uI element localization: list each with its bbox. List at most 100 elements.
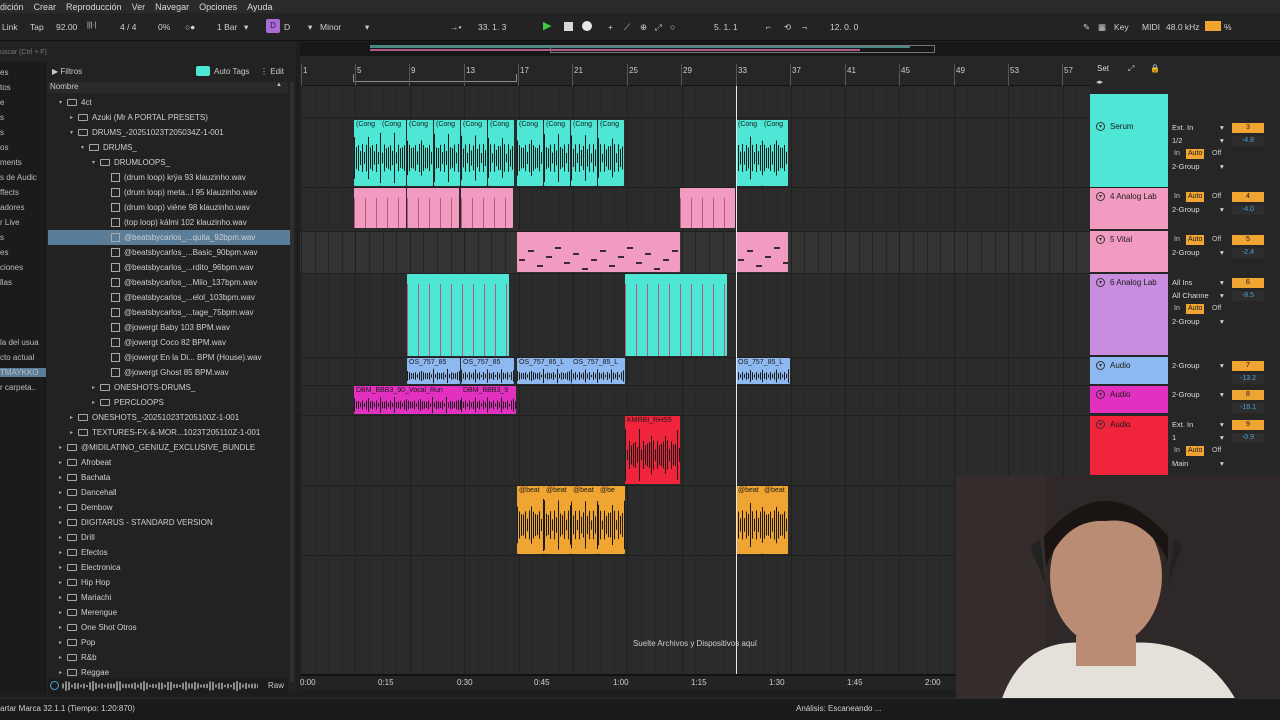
browser-file-item[interactable]: (drum loop) krÿa 93 klauzinho.wav bbox=[48, 170, 294, 185]
track-name[interactable]: 4 Analog Lab bbox=[1110, 192, 1157, 201]
track-name[interactable]: Audio bbox=[1110, 420, 1130, 429]
track-volume-field[interactable]: -4.0 bbox=[1232, 205, 1264, 215]
menu-item[interactable]: Ver bbox=[132, 2, 146, 12]
places-item[interactable]: s bbox=[0, 113, 46, 122]
fold-track-icon[interactable]: ▾ bbox=[1096, 192, 1105, 201]
clip[interactable]: OS_757_85 bbox=[461, 358, 514, 384]
set-button[interactable]: Set bbox=[1097, 64, 1109, 73]
metronome-icon[interactable]: |||·| bbox=[87, 22, 97, 29]
input-type-select[interactable]: Ext. In bbox=[1172, 420, 1193, 429]
browser-folder-item[interactable]: ▾ DRUMLOOPS_ bbox=[48, 155, 294, 170]
scale-select[interactable]: Minor bbox=[320, 22, 341, 32]
places-item[interactable]: r Live bbox=[0, 218, 46, 227]
key-badge[interactable]: D bbox=[266, 19, 280, 33]
clip[interactable] bbox=[517, 232, 680, 272]
clip[interactable]: DBM_BBB3_9 bbox=[461, 386, 516, 414]
tap-button[interactable]: Tap bbox=[30, 22, 44, 32]
menu-item[interactable]: Crear bbox=[34, 2, 57, 12]
chevron-down-icon[interactable]: ▾ bbox=[1220, 317, 1224, 326]
monitor-in-button[interactable]: In bbox=[1172, 304, 1182, 314]
browser-file-item[interactable]: @jowergt Ghost 85 BPM.wav bbox=[48, 365, 294, 380]
browser-folder-item[interactable]: ▾ DRUMS_-20251023T205034Z-1-001 bbox=[48, 125, 294, 140]
chevron-down-icon[interactable]: ▾ bbox=[1220, 420, 1224, 429]
browser-file-item[interactable]: @jowergt Baby 103 BPM.wav bbox=[48, 320, 294, 335]
places-item[interactable]: s de Audic bbox=[0, 173, 46, 182]
browser-file-item[interactable]: (drum loop) viéne 98 klauzinho.wav bbox=[48, 200, 294, 215]
clip[interactable]: (Cong bbox=[517, 120, 543, 186]
menu-item[interactable]: Opciones bbox=[199, 2, 237, 12]
track-header[interactable]: ▾ Audio 2-Group ▾ 8 -18.1 bbox=[1090, 386, 1280, 414]
menu-item[interactable]: Ayuda bbox=[247, 2, 272, 12]
browser-folder-item[interactable]: ▸ ONESHOTS_-20251023T205100Z-1-001 bbox=[48, 410, 294, 425]
monitor-auto-button[interactable]: Auto bbox=[1186, 235, 1205, 245]
places-item[interactable]: ffects bbox=[0, 188, 46, 197]
browser-file-item[interactable]: @beatsbycarlos_...Basic_90bpm.wav bbox=[48, 245, 294, 260]
monitor-auto-button[interactable]: Auto bbox=[1186, 446, 1205, 456]
loop-length-field[interactable]: 12. 0. 0 bbox=[830, 22, 858, 32]
expand-icon[interactable]: ⤢ bbox=[1128, 64, 1134, 74]
browser-folder-item[interactable]: ▸ Dembow bbox=[48, 500, 294, 515]
browser-file-item[interactable]: @jowergt En la Di... BPM (House).wav bbox=[48, 350, 294, 365]
track-number-button[interactable]: 7 bbox=[1232, 361, 1264, 371]
monitor-in-button[interactable]: In bbox=[1172, 235, 1182, 245]
menu-item[interactable]: dición bbox=[0, 2, 24, 12]
browser-folder-item[interactable]: ▸ @MIDILATINO_GENIUZ_EXCLUSIVE_BUNDLE bbox=[48, 440, 294, 455]
chevron-down-icon[interactable]: ▾ bbox=[1220, 433, 1224, 442]
chevron-down-icon[interactable]: ▾ bbox=[1220, 162, 1224, 171]
monitor-off-button[interactable]: Off bbox=[1210, 446, 1223, 456]
track-header[interactable]: ▾ Audio Ext. In ▾ 1 ▾ In Auto Off Main ▾ 9 -0.9 bbox=[1090, 416, 1280, 476]
monitor-in-button[interactable]: In bbox=[1172, 149, 1182, 159]
monitor-in-button[interactable]: In bbox=[1172, 192, 1182, 202]
fold-track-icon[interactable]: ▾ bbox=[1096, 390, 1105, 399]
play-icon[interactable]: ▶ bbox=[543, 19, 551, 32]
clip[interactable] bbox=[354, 188, 406, 228]
chevron-down-icon[interactable]: ▾ bbox=[1220, 278, 1224, 287]
monitor-auto-button[interactable]: Auto bbox=[1186, 149, 1205, 159]
output-select[interactable]: 2-Group bbox=[1172, 162, 1200, 171]
places-item[interactable]: s bbox=[0, 233, 46, 242]
track-header[interactable]: ▾ 4 Analog Lab In Auto Off 2-Group ▾ 4 -4.0 bbox=[1090, 188, 1280, 230]
browser-file-item[interactable]: @beatsbycarlos_...Milo_137bpm.wav bbox=[48, 275, 294, 290]
edit-button[interactable]: ⋮ Edit bbox=[260, 67, 284, 76]
monitor-auto-button[interactable]: Auto bbox=[1186, 192, 1205, 202]
clip[interactable] bbox=[736, 232, 788, 272]
places-item[interactable]: llas bbox=[0, 278, 46, 287]
places-item[interactable]: ciones bbox=[0, 263, 46, 272]
monitor-auto-button[interactable]: Auto bbox=[1186, 304, 1205, 314]
browser-file-item[interactable]: (top loop) kálmi 102 klauzinho.wav bbox=[48, 215, 294, 230]
chevron-down-icon[interactable]: ▾ bbox=[1220, 205, 1224, 214]
monitor-off-button[interactable]: Off bbox=[1210, 192, 1223, 202]
browser-folder-item[interactable]: ▸ Dancehall bbox=[48, 485, 294, 500]
add-icon[interactable]: + bbox=[608, 22, 613, 32]
browser-folder-item[interactable]: ▸ TEXTURES-FX-&-MOR...1023T205110Z-1-001 bbox=[48, 425, 294, 440]
browser-file-item[interactable]: @beatsbycarlos_...quita_92bpm.wav bbox=[48, 230, 294, 245]
loop-start-field[interactable]: 5. 1. 1 bbox=[714, 22, 738, 32]
browser-scrollbar[interactable] bbox=[290, 82, 294, 682]
input-channel-select[interactable]: 1/2 bbox=[1172, 136, 1182, 145]
fold-track-icon[interactable]: ▾ bbox=[1096, 235, 1105, 244]
punch-in-icon[interactable]: ⌐ bbox=[766, 22, 771, 32]
clip[interactable] bbox=[407, 274, 509, 356]
places-item[interactable]: es bbox=[0, 248, 46, 257]
track-number-button[interactable]: 6 bbox=[1232, 278, 1264, 288]
clip[interactable]: @beat bbox=[571, 486, 598, 554]
monitor-in-button[interactable]: In bbox=[1172, 446, 1182, 456]
browser-file-item[interactable]: @beatsbycarlos_...elol_103bpm.wav bbox=[48, 290, 294, 305]
key-note-select[interactable]: D bbox=[284, 22, 290, 32]
browser-folder-item[interactable]: ▾ 4ct bbox=[48, 95, 294, 110]
clip[interactable]: KMRBI_RHS5 bbox=[625, 416, 680, 484]
clip[interactable]: (Cong bbox=[762, 120, 788, 186]
input-channel-select[interactable]: All Channe bbox=[1172, 291, 1209, 300]
browser-folder-item[interactable]: ▸ Drill bbox=[48, 530, 294, 545]
scroll-arrows-icon[interactable]: ◂▸ bbox=[1096, 78, 1103, 86]
track-header[interactable]: ▾ 6 Analog Lab All Ins ▾ All Channe ▾ In Auto Of… bbox=[1090, 274, 1280, 356]
output-select[interactable]: 2-Group bbox=[1172, 248, 1200, 257]
clip[interactable]: @beat bbox=[544, 486, 571, 554]
places-item[interactable]: cto actual bbox=[0, 353, 46, 362]
track-number-button[interactable]: 9 bbox=[1232, 420, 1264, 430]
monitor-off-button[interactable]: Off bbox=[1210, 235, 1223, 245]
midi-map-button[interactable]: MIDI bbox=[1142, 22, 1160, 32]
menu-item[interactable]: Navegar bbox=[155, 2, 189, 12]
chevron-down-icon[interactable]: ▾ bbox=[1220, 459, 1224, 468]
browser-folder-item[interactable]: ▸ Pop bbox=[48, 635, 294, 650]
